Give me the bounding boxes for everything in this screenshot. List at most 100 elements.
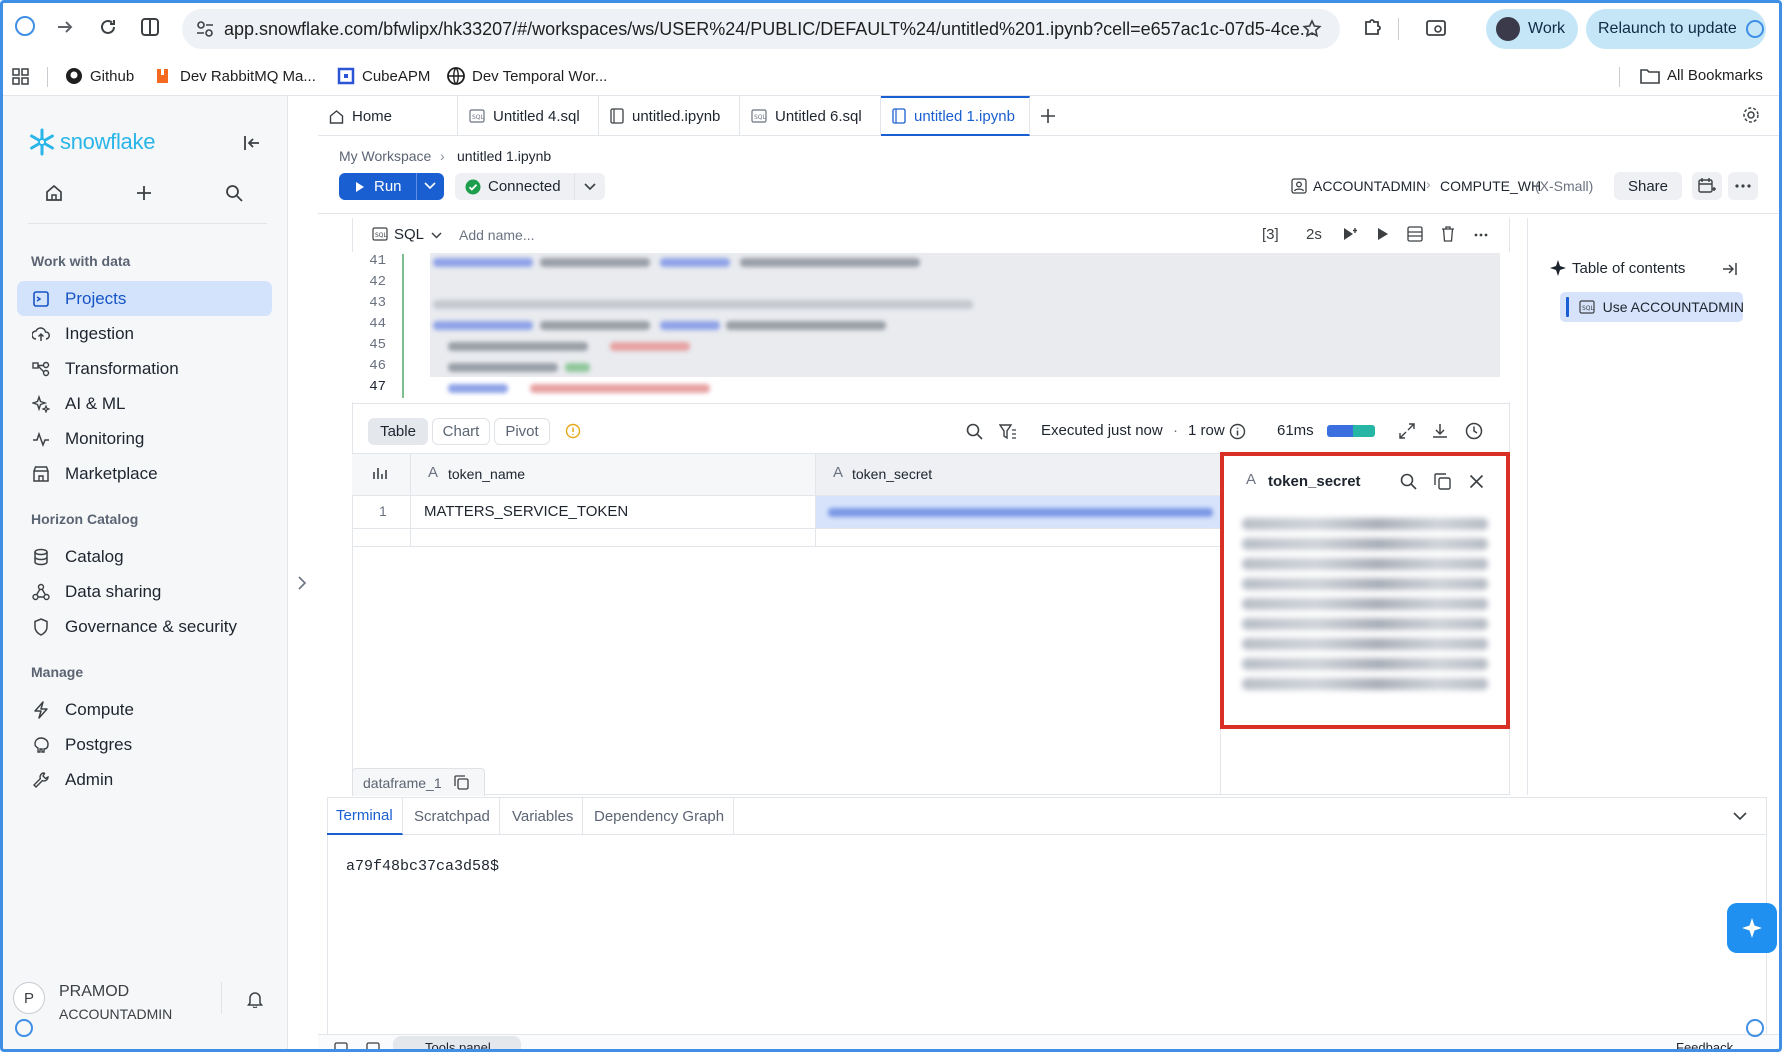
apps-grid-icon[interactable] xyxy=(12,68,30,86)
cell-name-input[interactable]: Add name... xyxy=(459,227,535,243)
view-tab-table[interactable]: Table xyxy=(368,418,428,445)
close-icon[interactable] xyxy=(1469,474,1484,489)
filter-columns-icon[interactable] xyxy=(999,423,1017,440)
sidebar-item-transformation[interactable]: Transformation xyxy=(17,351,272,386)
chevron-down-icon[interactable] xyxy=(424,182,436,190)
run-cell-icon[interactable] xyxy=(1377,227,1389,241)
sidebar-item-projects[interactable]: Projects xyxy=(17,281,272,316)
forward-arrow-icon[interactable] xyxy=(56,18,74,36)
copy-icon[interactable] xyxy=(1434,473,1451,490)
run-button[interactable]: Run xyxy=(339,173,444,200)
run-above-icon[interactable] xyxy=(1342,226,1360,242)
copy-icon[interactable] xyxy=(453,775,469,790)
bookmark-temporal[interactable]: Dev Temporal Wor... xyxy=(447,67,607,85)
connection-status-button[interactable]: Connected xyxy=(455,173,605,200)
sidebar-item-postgres[interactable]: Postgres xyxy=(17,727,272,762)
terminal-output[interactable]: a79f48bc37ca3d58$ xyxy=(346,858,499,875)
dataframe-tag[interactable]: dataframe_1 xyxy=(352,768,485,796)
expand-icon[interactable] xyxy=(1399,423,1415,439)
feedback-link[interactable]: Feedback xyxy=(1676,1040,1733,1052)
split-cell-icon[interactable] xyxy=(1407,226,1423,242)
toc-item[interactable]: SQL Use ACCOUNTADMIN r... xyxy=(1560,292,1743,322)
sidebar-item-compute[interactable]: Compute xyxy=(17,692,272,727)
address-bar[interactable]: app.snowflake.com/bfwlipx/hk33207/#/work… xyxy=(182,9,1340,49)
tab-terminal[interactable]: Terminal xyxy=(327,797,403,835)
info-warning-icon[interactable] xyxy=(565,423,581,439)
relaunch-button[interactable]: Relaunch to update xyxy=(1586,9,1766,49)
new-tab-plus-icon[interactable] xyxy=(1040,108,1056,124)
split-view-icon[interactable] xyxy=(140,17,160,37)
redacted-code xyxy=(433,321,533,330)
role-name[interactable]: ACCOUNTADMIN xyxy=(1313,178,1426,194)
search-icon[interactable] xyxy=(225,184,243,202)
row-count: 1 row xyxy=(1188,422,1225,439)
sidebar-item-admin[interactable]: Admin xyxy=(17,762,272,797)
sidebar-item-ai-ml[interactable]: AI & ML xyxy=(17,386,272,421)
schedule-button[interactable] xyxy=(1692,172,1722,200)
tab-untitled-1-ipynb[interactable]: untitled 1.ipynb xyxy=(881,96,1030,136)
extensions-icon[interactable] xyxy=(1361,17,1383,39)
panel-bottom-icon[interactable] xyxy=(366,1042,380,1052)
chevron-down-icon[interactable] xyxy=(584,183,596,191)
cell-language[interactable]: SQL xyxy=(394,226,424,243)
more-options-button[interactable] xyxy=(1728,172,1758,200)
profile-chip[interactable]: Work xyxy=(1486,9,1578,49)
home-icon[interactable] xyxy=(45,184,63,202)
sidebar-item-governance-security[interactable]: Governance & security xyxy=(17,609,272,644)
cell-more-icon[interactable] xyxy=(1474,233,1488,237)
svg-text:SQL: SQL xyxy=(472,114,485,121)
search-icon[interactable] xyxy=(1400,473,1417,490)
collapse-sidebar-icon[interactable] xyxy=(243,134,261,152)
tools-panel-button[interactable]: Tools panel xyxy=(393,1036,521,1052)
sidebar-item-catalog[interactable]: Catalog xyxy=(17,539,272,574)
share-button[interactable]: Share xyxy=(1614,172,1682,200)
column-stats-icon[interactable] xyxy=(372,466,390,480)
sidebar-item-data-sharing[interactable]: Data sharing xyxy=(17,574,272,609)
bell-icon[interactable] xyxy=(246,990,264,1008)
toc-item-marker xyxy=(1566,297,1569,317)
chevron-down-icon[interactable] xyxy=(431,232,442,239)
column-header-token-secret[interactable]: token_secret xyxy=(852,466,932,482)
tab-variables[interactable]: Variables xyxy=(503,797,584,835)
view-tab-pivot[interactable]: Pivot xyxy=(494,418,550,445)
search-icon[interactable] xyxy=(966,423,983,440)
sidebar-item-monitoring[interactable]: Monitoring xyxy=(17,421,272,456)
tab-dependency-graph[interactable]: Dependency Graph xyxy=(585,797,735,835)
sidebar-item-marketplace[interactable]: Marketplace xyxy=(17,456,272,491)
warehouse-name[interactable]: COMPUTE_WH xyxy=(1440,178,1541,194)
bookmark-star-icon[interactable] xyxy=(1302,19,1322,39)
status-dot: · xyxy=(1173,422,1178,439)
tab-untitled-4-sql[interactable]: SQL Untitled 4.sql xyxy=(458,96,599,136)
snowflake-logo[interactable]: snowflake xyxy=(28,128,155,156)
download-icon[interactable] xyxy=(1432,423,1448,439)
chevron-down-icon[interactable] xyxy=(1733,812,1747,821)
reload-icon[interactable] xyxy=(98,17,118,37)
info-icon[interactable] xyxy=(1229,423,1246,440)
cloud-upload-icon xyxy=(31,326,51,342)
settings-gear-icon[interactable] xyxy=(1742,106,1760,124)
view-tab-chart[interactable]: Chart xyxy=(432,418,490,445)
cell-token-name[interactable]: MATTERS_SERVICE_TOKEN xyxy=(424,503,628,520)
add-icon[interactable] xyxy=(135,184,153,202)
bookmark-cubeapm[interactable]: CubeAPM xyxy=(337,67,430,85)
tab-scratchpad[interactable]: Scratchpad xyxy=(405,797,500,835)
bookmark-rabbitmq[interactable]: Dev RabbitMQ Ma... xyxy=(155,67,316,85)
breadcrumb-root[interactable]: My Workspace xyxy=(339,148,431,164)
expand-sidebar-chevron-icon[interactable] xyxy=(296,575,308,591)
tab-untitled-6-sql[interactable]: SQL Untitled 6.sql xyxy=(740,96,881,136)
history-clock-icon[interactable] xyxy=(1465,422,1483,440)
collapse-panel-icon[interactable] xyxy=(1722,261,1738,277)
tab-search-icon[interactable] xyxy=(1425,17,1447,39)
site-settings-icon[interactable] xyxy=(196,20,214,38)
all-bookmarks[interactable]: All Bookmarks xyxy=(1640,67,1763,84)
column-header-token-name[interactable]: token_name xyxy=(448,466,525,482)
assistant-button[interactable] xyxy=(1727,903,1777,953)
user-avatar[interactable]: P xyxy=(13,982,45,1014)
sidebar-item-ingestion[interactable]: Ingestion xyxy=(17,316,272,351)
panel-left-icon[interactable] xyxy=(334,1042,348,1052)
text-type-icon: A xyxy=(833,464,844,481)
bookmark-github[interactable]: Github xyxy=(65,67,134,85)
tab-untitled-ipynb[interactable]: untitled.ipynb xyxy=(599,96,740,136)
trash-icon[interactable] xyxy=(1441,226,1455,242)
tab-home[interactable]: Home xyxy=(318,96,458,136)
